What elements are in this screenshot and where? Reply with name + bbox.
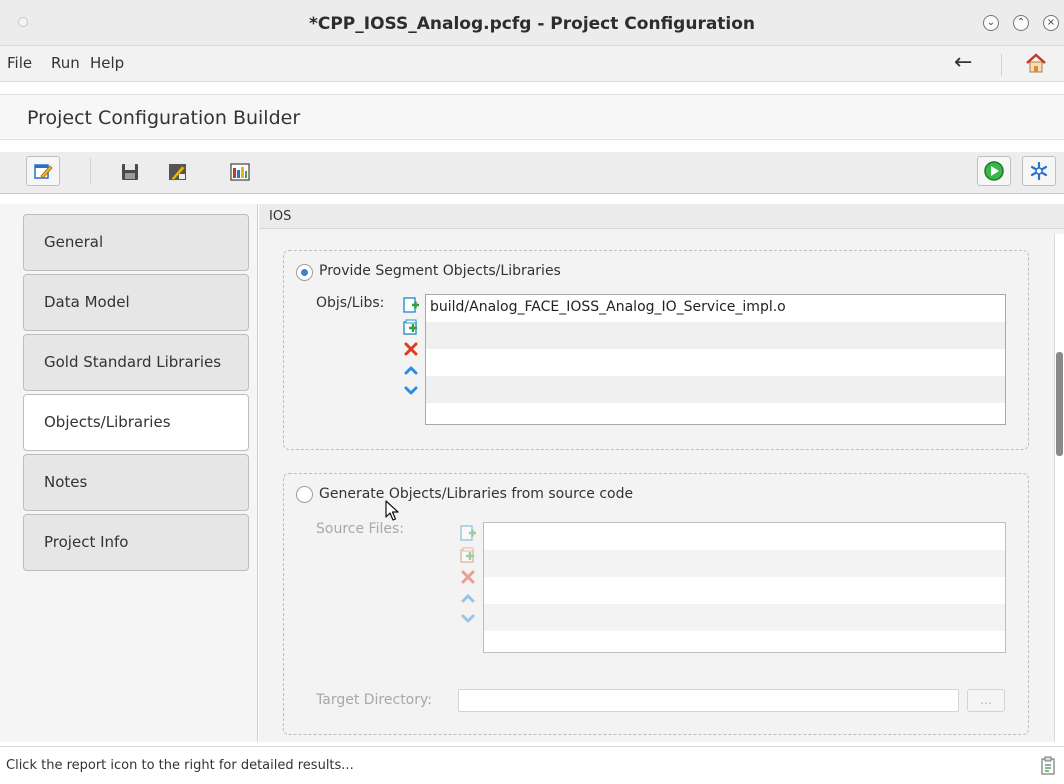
list-item[interactable] — [484, 577, 1005, 604]
run-icon[interactable] — [977, 156, 1011, 186]
window-title: *CPP_IOSS_Analog.pcfg - Project Configur… — [308, 14, 756, 34]
list-item[interactable] — [484, 523, 1005, 550]
source-files-list[interactable] — [483, 522, 1006, 653]
list-item[interactable] — [426, 322, 1005, 349]
scrollbar-thumb[interactable] — [1056, 352, 1063, 456]
generate-objects-label: Generate Objects/Libraries from source c… — [319, 486, 634, 502]
menu-help[interactable]: Help — [90, 54, 124, 72]
target-directory-input[interactable] — [458, 689, 959, 712]
list-item[interactable]: build/Analog_FACE_IOSS_Analog_IO_Service… — [426, 295, 1005, 322]
window-title-bar: *CPP_IOSS_Analog.pcfg - Project Configur… — [0, 0, 1064, 46]
edit-config-icon[interactable] — [26, 156, 60, 186]
menu-run[interactable]: Run — [51, 54, 80, 72]
tab-general[interactable]: General — [23, 214, 249, 271]
report-chart-icon[interactable] — [225, 158, 255, 186]
browse-button[interactable]: ... — [967, 689, 1005, 712]
list-item[interactable] — [484, 550, 1005, 577]
generate-objects-radio[interactable] — [296, 486, 313, 503]
objs-libs-label: Objs/Libs: — [316, 295, 385, 311]
builder-title: Project Configuration Builder — [27, 107, 301, 129]
list-item[interactable] — [426, 376, 1005, 403]
report-icon[interactable] — [1040, 756, 1056, 780]
menu-separator — [1001, 54, 1002, 76]
add-file-icon[interactable] — [459, 524, 477, 542]
list-item[interactable] — [484, 604, 1005, 631]
tab-project-info[interactable]: Project Info — [23, 514, 249, 571]
menu-bar: File Run Help ← — [0, 46, 1064, 82]
move-down-icon[interactable] — [459, 610, 477, 628]
move-down-icon[interactable] — [402, 382, 420, 400]
tab-data-model[interactable]: Data Model — [23, 274, 249, 331]
tab-notes[interactable]: Notes — [23, 454, 249, 511]
minimize-button[interactable]: ⌄ — [983, 15, 999, 31]
provide-objects-label: Provide Segment Objects/Libraries — [319, 263, 561, 279]
move-up-icon[interactable] — [459, 589, 477, 607]
content-pane: IOS Provide Segment Objects/Libraries Ob… — [259, 204, 1064, 742]
list-item[interactable] — [484, 631, 1005, 652]
toolbar — [0, 152, 1064, 194]
close-button[interactable]: × — [1043, 15, 1059, 31]
status-message: Click the report icon to the right for d… — [6, 758, 354, 773]
mouse-cursor-icon — [385, 500, 401, 526]
section-header: IOS — [259, 204, 1064, 229]
builder-header: Project Configuration Builder — [0, 94, 1064, 140]
move-up-icon[interactable] — [402, 361, 420, 379]
tab-gold-standard-libraries[interactable]: Gold Standard Libraries — [23, 334, 249, 391]
add-folder-icon[interactable] — [459, 546, 477, 564]
add-folder-icon[interactable] — [402, 318, 420, 336]
toolbar-separator — [90, 158, 91, 184]
back-arrow-icon[interactable]: ← — [954, 50, 972, 75]
add-file-icon[interactable] — [402, 296, 420, 314]
remove-item-icon[interactable] — [402, 340, 420, 358]
save-icon[interactable] — [115, 158, 145, 186]
provide-objects-radio[interactable] — [296, 264, 313, 281]
status-bar: Click the report icon to the right for d… — [0, 746, 1064, 784]
objs-libs-list[interactable]: build/Analog_FACE_IOSS_Analog_IO_Service… — [425, 294, 1006, 425]
vertical-scrollbar[interactable] — [1054, 234, 1064, 742]
home-icon[interactable] — [1024, 52, 1048, 78]
remove-item-icon[interactable] — [459, 568, 477, 586]
list-item[interactable] — [426, 403, 1005, 424]
settings-snowflake-icon[interactable] — [1022, 156, 1056, 186]
tab-objects-libraries[interactable]: Objects/Libraries — [23, 394, 249, 451]
list-item[interactable] — [426, 349, 1005, 376]
build-tools-icon[interactable] — [163, 158, 193, 186]
navigation-pane: General Data Model Gold Standard Librari… — [0, 204, 258, 742]
maximize-button[interactable]: ⌃ — [1013, 15, 1029, 31]
target-directory-label: Target Directory: — [316, 692, 432, 708]
menu-file[interactable]: File — [7, 54, 32, 72]
